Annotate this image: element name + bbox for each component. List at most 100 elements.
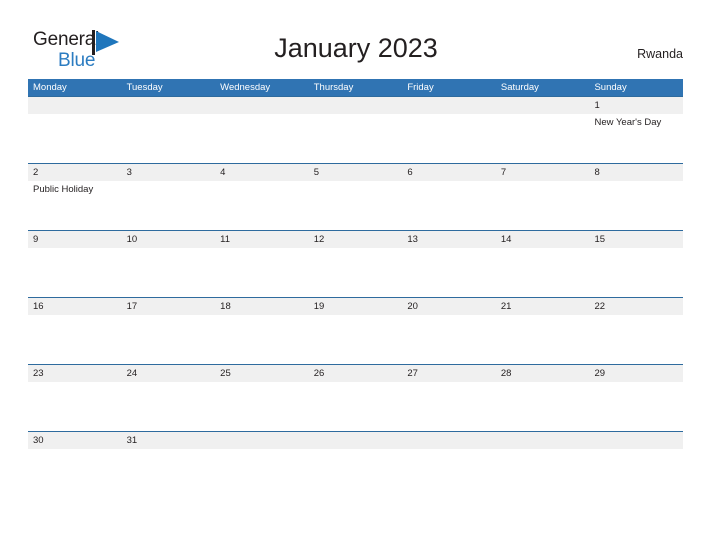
day-event-text [496,449,590,451]
day-event-text [215,248,309,297]
day-event-text [28,114,122,163]
day-number[interactable] [589,432,683,449]
day-number[interactable]: 22 [589,298,683,315]
day-number[interactable]: 6 [402,164,496,181]
day-event-text [589,181,683,230]
day-event-text [122,181,216,230]
page-title: January 2023 [274,33,438,63]
day-number[interactable] [402,432,496,449]
week-event-area: New Year's Day [28,114,683,163]
day-event-text [309,449,403,451]
day-event-text [496,315,590,364]
weekday-header-thursday: Thursday [313,82,354,93]
day-number[interactable]: 17 [122,298,216,315]
day-number[interactable]: 27 [402,365,496,382]
day-event-text [402,248,496,297]
day-event-text [122,315,216,364]
day-event-text [309,382,403,431]
day-number[interactable] [215,432,309,449]
day-number[interactable]: 7 [496,164,590,181]
day-number[interactable]: 3 [122,164,216,181]
week-day-number-band: 30 31 [28,432,683,449]
calendar-week-row: 30 31 [28,431,683,451]
day-event-text [122,114,216,163]
week-event-area [28,315,683,364]
day-number[interactable]: 11 [215,231,309,248]
day-number[interactable]: 29 [589,365,683,382]
day-number[interactable]: 23 [28,365,122,382]
day-number[interactable] [309,97,403,114]
day-event-text [215,114,309,163]
day-number[interactable] [309,432,403,449]
calendar-week-row: 2 3 4 5 6 7 8 Public Holiday [28,163,683,230]
weekday-header-row: Monday Tuesday Wednesday Thursday Friday… [28,79,683,96]
country-label: Rwanda [637,47,683,61]
day-number[interactable]: 13 [402,231,496,248]
day-event-text [122,382,216,431]
day-event-text [28,449,122,451]
day-event-text [122,248,216,297]
weekday-header-tuesday: Tuesday [126,82,163,93]
day-event-text [215,449,309,451]
calendar-week-row: 9 10 11 12 13 14 15 [28,230,683,297]
day-number[interactable]: 26 [309,365,403,382]
weekday-header-monday: Monday [33,82,67,93]
day-event-text [589,449,683,451]
day-event-text [402,315,496,364]
weekday-header-sunday: Sunday [594,82,627,93]
day-number[interactable]: 15 [589,231,683,248]
day-number[interactable]: 24 [122,365,216,382]
day-number[interactable]: 12 [309,231,403,248]
calendar-week-row: 16 17 18 19 20 21 22 [28,297,683,364]
day-number[interactable]: 18 [215,298,309,315]
day-number[interactable]: 30 [28,432,122,449]
day-event-text [402,114,496,163]
day-event-text [309,315,403,364]
day-event-text [589,248,683,297]
day-event-text [309,181,403,230]
day-number[interactable]: 19 [309,298,403,315]
day-number[interactable]: 21 [496,298,590,315]
day-number[interactable]: 10 [122,231,216,248]
day-number[interactable]: 28 [496,365,590,382]
day-event-text [402,181,496,230]
week-day-number-band: 1 [28,97,683,114]
day-event-text [496,248,590,297]
day-event-text [589,315,683,364]
day-number[interactable] [215,97,309,114]
calendar-week-row: 23 24 25 26 27 28 29 [28,364,683,431]
day-number[interactable]: 9 [28,231,122,248]
day-number[interactable]: 4 [215,164,309,181]
day-number[interactable] [28,97,122,114]
day-number[interactable]: 1 [589,97,683,114]
day-event-text [28,248,122,297]
day-event-text [309,248,403,297]
day-number[interactable]: 16 [28,298,122,315]
week-day-number-band: 16 17 18 19 20 21 22 [28,298,683,315]
day-event-text [402,449,496,451]
day-number[interactable]: 14 [496,231,590,248]
day-number[interactable] [122,97,216,114]
day-number[interactable]: 31 [122,432,216,449]
week-event-area: Public Holiday [28,181,683,230]
day-event-text [215,315,309,364]
day-number[interactable] [496,432,590,449]
day-number[interactable]: 8 [589,164,683,181]
day-event-text [589,382,683,431]
calendar-grid: Monday Tuesday Wednesday Thursday Friday… [28,79,683,451]
day-number[interactable]: 25 [215,365,309,382]
week-day-number-band: 9 10 11 12 13 14 15 [28,231,683,248]
day-event-text [28,382,122,431]
day-number[interactable] [402,97,496,114]
day-number[interactable] [496,97,590,114]
day-event-text [496,382,590,431]
weekday-header-saturday: Saturday [500,82,539,93]
day-event-text [122,449,216,451]
day-number[interactable]: 2 [28,164,122,181]
day-number[interactable]: 20 [402,298,496,315]
day-event-text [28,315,122,364]
week-day-number-band: 2 3 4 5 6 7 8 [28,164,683,181]
day-number[interactable]: 5 [309,164,403,181]
day-event-text [309,114,403,163]
day-event-text: New Year's Day [594,117,662,128]
